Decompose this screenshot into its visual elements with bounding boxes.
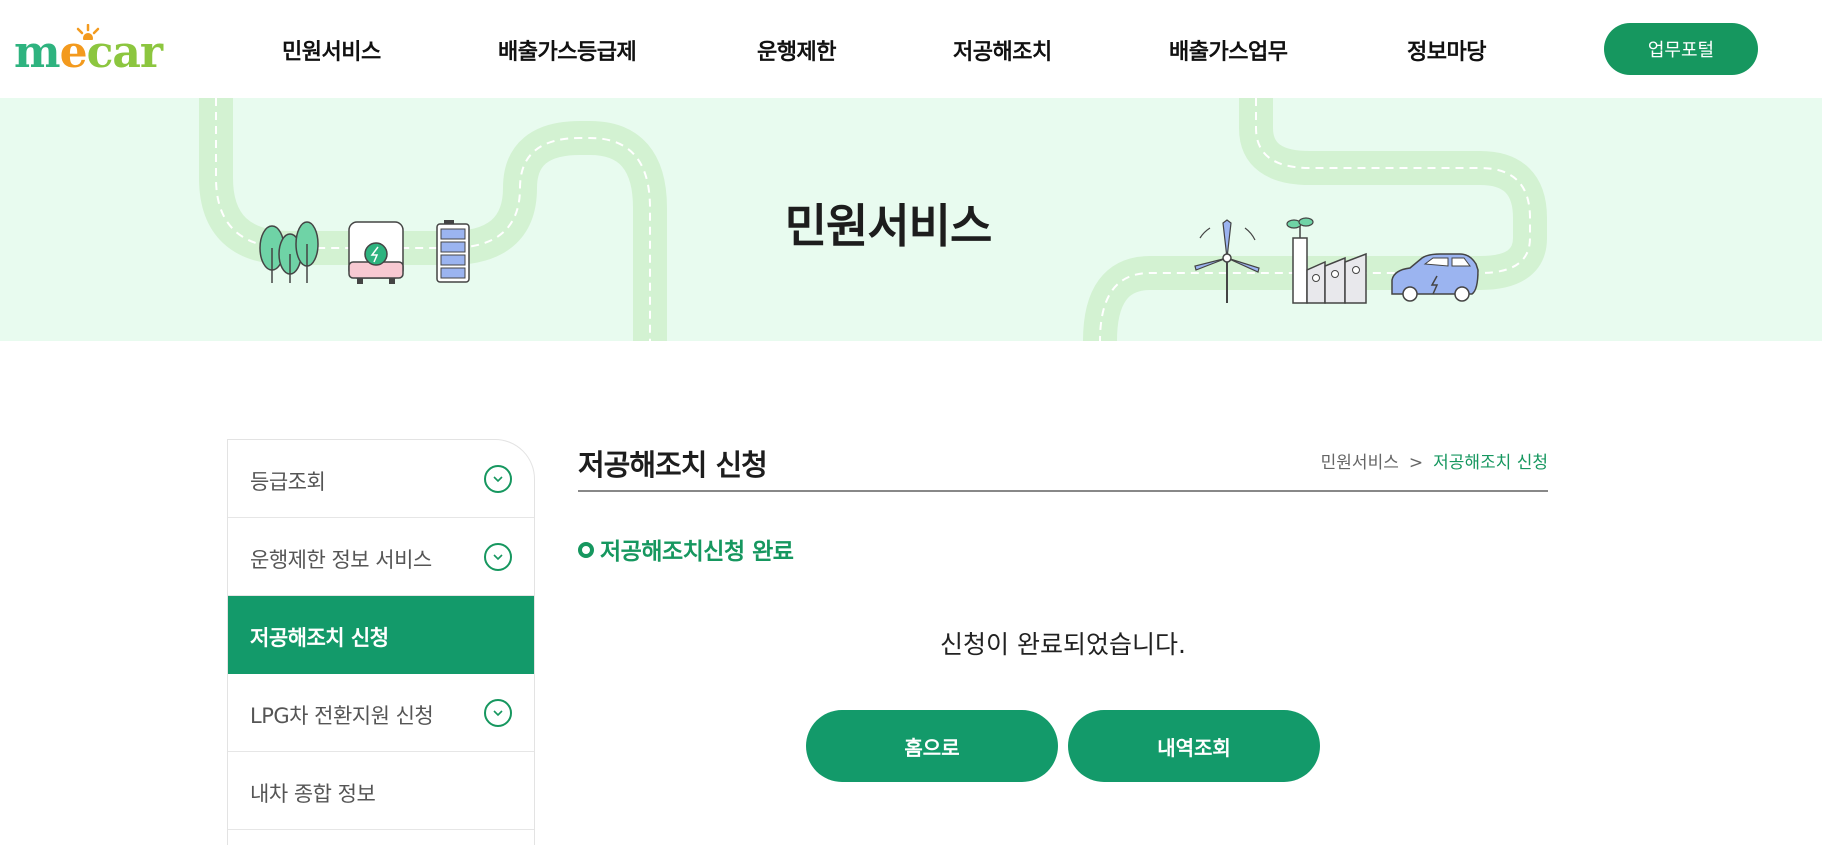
page-banner: 민원서비스 <box>0 98 1822 341</box>
nav-item-emission-grade[interactable]: 배출가스등급제 <box>498 34 637 66</box>
home-button[interactable]: 홈으로 <box>806 710 1058 782</box>
completion-message: 신청이 완료되었습니다. <box>940 630 1186 659</box>
page-title: 저공해조치 신청 <box>578 448 768 482</box>
sidebar-item-label: 등급조회 <box>250 470 326 494</box>
title-divider <box>578 490 1548 492</box>
site-header: mecar 민원서비스 배출가스등급제 운행제한 저공해조치 배출가스업무 정보… <box>0 0 1822 98</box>
section-title-text: 저공해조치신청 완료 <box>600 539 794 565</box>
sidebar-item-low-pollution-apply[interactable]: 저공해조치 신청 <box>228 596 534 674</box>
main-nav: 민원서비스 배출가스등급제 운행제한 저공해조치 배출가스업무 정보마당 <box>230 0 1486 98</box>
section-title: 저공해조치신청 완료 <box>578 532 794 566</box>
nav-item-info[interactable]: 정보마당 <box>1407 34 1486 66</box>
breadcrumb-separator: > <box>1408 453 1424 473</box>
breadcrumb: 민원서비스 > 저공해조치 신청 <box>1321 448 1548 473</box>
history-lookup-button[interactable]: 내역조회 <box>1068 710 1320 782</box>
chevron-down-icon <box>484 465 512 493</box>
nav-item-civil-service[interactable]: 민원서비스 <box>282 34 381 66</box>
nav-item-emission-work[interactable]: 배출가스업무 <box>1169 34 1288 66</box>
sidebar-item-label: 운행제한 정보 서비스 <box>250 548 432 572</box>
sidebar-item-label: 저공해조치 신청 <box>250 626 389 650</box>
chevron-down-icon <box>484 543 512 571</box>
sidebar-item-my-car-info[interactable]: 내차 종합 정보 <box>228 752 534 830</box>
mecar-logo[interactable]: mecar <box>14 24 174 76</box>
nav-item-operation-limit[interactable]: 운행제한 <box>757 34 836 66</box>
sidebar-item-grade-lookup[interactable]: 등급조회 <box>228 440 534 518</box>
banner-title: 민원서비스 <box>784 199 993 253</box>
work-portal-button[interactable]: 업무포털 <box>1604 23 1758 75</box>
sidebar-item-label: LPG차 전환지원 신청 <box>250 704 434 728</box>
sidebar-item-lpg-conversion[interactable]: LPG차 전환지원 신청 <box>228 674 534 752</box>
logo-wordmark: mecar <box>14 27 163 78</box>
circle-bullet-icon <box>578 542 594 558</box>
nav-item-low-pollution[interactable]: 저공해조치 <box>953 34 1052 66</box>
sidebar-item-label: 내차 종합 정보 <box>250 782 376 806</box>
chevron-down-icon <box>484 699 512 727</box>
breadcrumb-parent[interactable]: 민원서비스 <box>1321 453 1399 473</box>
sidebar-nav: 등급조회 운행제한 정보 서비스 저공해조치 신청 LPG차 전환지원 신청 내… <box>227 439 535 845</box>
breadcrumb-current: 저공해조치 신청 <box>1433 453 1548 473</box>
sidebar-item-operation-limit-info[interactable]: 운행제한 정보 서비스 <box>228 518 534 596</box>
